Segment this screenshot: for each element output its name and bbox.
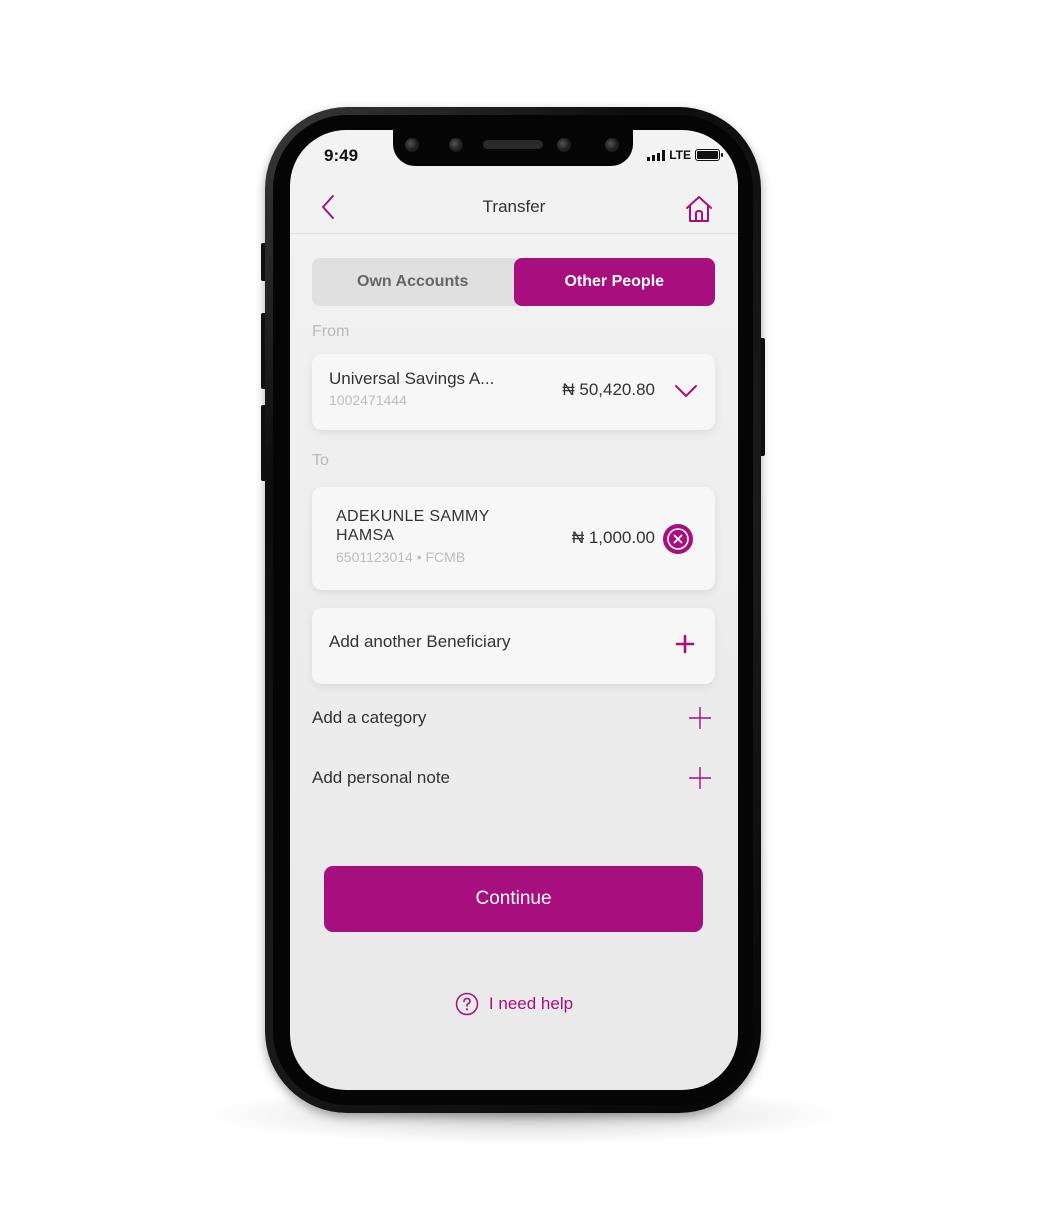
help-label: I need help	[488, 994, 574, 1013]
tab-other-people[interactable]: Other People	[513, 258, 715, 306]
to-label: To	[312, 452, 329, 469]
add-category-row[interactable]: Add a category	[312, 704, 712, 734]
beneficiary-account-info: 6501123014 • FCMB	[336, 549, 466, 565]
tab-own-accounts[interactable]: Own Accounts	[312, 258, 514, 306]
plus-icon[interactable]	[688, 766, 712, 790]
add-beneficiary-button[interactable]: Add another Beneficiary	[312, 608, 715, 684]
home-icon[interactable]	[684, 194, 714, 224]
signal-icon	[647, 149, 666, 161]
add-note-row[interactable]: Add personal note	[312, 764, 712, 794]
battery-icon	[695, 149, 723, 161]
account-name: Universal Savings A...	[329, 369, 495, 388]
camera-icon	[449, 138, 463, 152]
transfer-amount: ₦ 1,000.00	[571, 528, 655, 547]
remove-beneficiary-button[interactable]	[663, 524, 693, 554]
plus-icon[interactable]	[688, 706, 712, 730]
notch	[393, 130, 633, 166]
from-account-selector[interactable]: Universal Savings A... 1002471444 ₦ 50,4…	[312, 354, 715, 430]
account-number: 1002471444	[329, 392, 407, 408]
speaker-grille	[483, 140, 543, 149]
beneficiary-card: ADEKUNLE SAMMY HAMSA 6501123014 • FCMB ₦…	[312, 487, 715, 590]
from-label: From	[312, 323, 350, 340]
network-label: LTE	[669, 148, 691, 162]
camera-icon	[557, 138, 571, 152]
transfer-type-toggle: Own Accounts Other People	[312, 258, 715, 306]
help-link[interactable]: I need help	[290, 992, 738, 1016]
account-balance: ₦ 50,420.80	[562, 380, 655, 399]
sensor-icon	[605, 138, 619, 152]
close-icon	[667, 528, 689, 550]
sensor-icon	[405, 138, 419, 152]
plus-icon	[675, 634, 695, 654]
app-screen: 9:49 LTE Transfer Own Accounts Other Peo…	[290, 130, 738, 1090]
add-note-label: Add personal note	[312, 768, 450, 787]
status-time: 9:49	[324, 146, 359, 165]
help-icon	[455, 992, 479, 1016]
beneficiary-name: ADEKUNLE SAMMY HAMSA	[336, 508, 490, 544]
top-nav: Transfer	[290, 182, 738, 234]
add-category-label: Add a category	[312, 708, 427, 727]
page-title: Transfer	[482, 197, 546, 216]
chevron-down-icon[interactable]	[673, 382, 699, 400]
continue-button[interactable]: Continue	[324, 866, 703, 932]
add-beneficiary-label: Add another Beneficiary	[329, 632, 511, 651]
status-indicators: LTE	[647, 148, 723, 162]
